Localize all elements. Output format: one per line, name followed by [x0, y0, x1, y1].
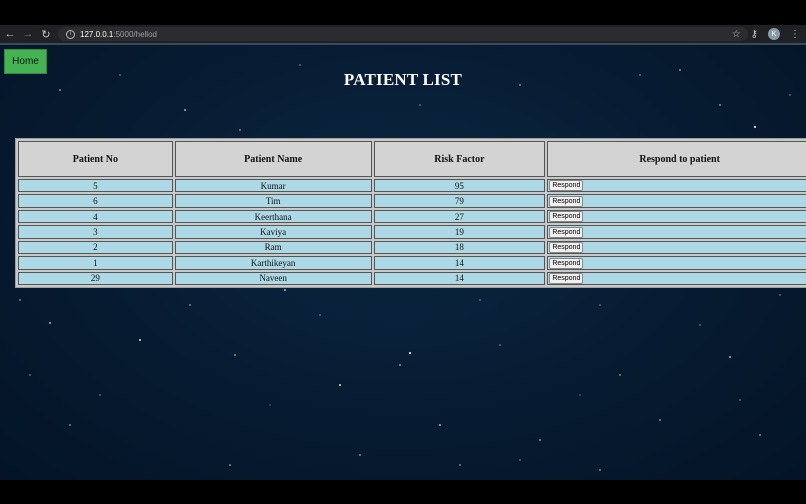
cell-patient-name: Ram — [174, 240, 372, 255]
letterbox-top — [0, 0, 806, 25]
cell-respond: Respond — [547, 240, 806, 255]
cell-patient-name: Keerthana — [174, 209, 372, 224]
cell-risk-factor: 79 — [373, 194, 546, 208]
url-path: :5000/hellod — [113, 29, 157, 39]
cell-respond: Respond — [547, 225, 806, 239]
respond-button[interactable]: Respond — [549, 273, 584, 285]
cell-patient-no: 3 — [18, 225, 173, 239]
cell-patient-name: Tim — [174, 194, 372, 208]
page-content: Home PATIENT LIST Patient No Patient Nam… — [0, 45, 806, 480]
patient-table-container: Patient No Patient Name Risk Factor Resp… — [15, 138, 806, 289]
header-respond: Respond to patient — [547, 141, 806, 177]
table-header-row: Patient No Patient Name Risk Factor Resp… — [18, 141, 806, 177]
cell-risk-factor: 27 — [373, 209, 546, 224]
letterbox-bottom — [0, 480, 806, 504]
table-row: 1 Karthikeyan 14 Respond — [18, 256, 806, 270]
cell-risk-factor: 19 — [373, 225, 546, 239]
url-host: 127.0.0.1 — [80, 29, 114, 39]
respond-button[interactable]: Respond — [549, 211, 584, 223]
respond-button[interactable]: Respond — [549, 226, 584, 238]
cell-patient-name: Naveen — [174, 271, 372, 286]
table-row: 4 Keerthana 27 Respond — [18, 209, 806, 224]
cell-respond: Respond — [547, 179, 806, 193]
cell-patient-no: 4 — [18, 209, 173, 224]
cell-respond: Respond — [547, 271, 806, 286]
forward-arrow-icon[interactable]: → — [20, 25, 36, 43]
table-row: 3 Kaviya 19 Respond — [18, 225, 806, 239]
back-arrow-icon[interactable]: ← — [2, 25, 18, 43]
cell-patient-no: 6 — [18, 194, 173, 208]
cell-risk-factor: 14 — [373, 271, 546, 286]
browser-toolbar: ← → ↻ i 127.0.0.1:5000/hellod ☆ ⚷ K ⋮ — [0, 25, 806, 43]
patient-table: Patient No Patient Name Risk Factor Resp… — [15, 138, 806, 289]
header-patient-name: Patient Name — [174, 141, 372, 177]
reload-icon[interactable]: ↻ — [38, 25, 54, 43]
header-patient-no: Patient No — [18, 141, 173, 177]
cell-risk-factor: 14 — [373, 256, 546, 270]
respond-button[interactable]: Respond — [549, 180, 584, 192]
cell-patient-no: 2 — [18, 240, 173, 255]
cell-respond: Respond — [547, 209, 806, 224]
cell-patient-no: 5 — [18, 179, 173, 193]
bookmark-star-icon[interactable]: ☆ — [732, 29, 741, 40]
table-row: 2 Ram 18 Respond — [18, 240, 806, 255]
table-row: 29 Naveen 14 Respond — [18, 271, 806, 286]
cell-patient-no: 29 — [18, 271, 173, 286]
info-icon[interactable]: i — [66, 29, 75, 39]
profile-avatar[interactable]: K — [768, 28, 780, 40]
cell-patient-name: Kaviya — [174, 225, 372, 239]
menu-dots-icon[interactable]: ⋮ — [790, 29, 800, 40]
respond-button[interactable]: Respond — [549, 195, 584, 207]
cell-respond: Respond — [547, 194, 806, 208]
address-bar[interactable]: i 127.0.0.1:5000/hellod — [58, 27, 748, 41]
table-row: 5 Kumar 95 Respond — [18, 179, 806, 193]
table-row: 6 Tim 79 Respond — [18, 194, 806, 208]
cell-patient-no: 1 — [18, 256, 173, 270]
cell-patient-name: Karthikeyan — [174, 256, 372, 270]
cell-risk-factor: 95 — [373, 179, 546, 193]
cell-respond: Respond — [547, 256, 806, 270]
cell-patient-name: Kumar — [174, 179, 372, 193]
respond-button[interactable]: Respond — [549, 242, 584, 254]
page-title: PATIENT LIST — [343, 70, 463, 89]
header-risk-factor: Risk Factor — [373, 141, 546, 177]
respond-button[interactable]: Respond — [549, 257, 584, 269]
key-icon[interactable]: ⚷ — [751, 29, 758, 40]
cell-risk-factor: 18 — [373, 240, 546, 255]
